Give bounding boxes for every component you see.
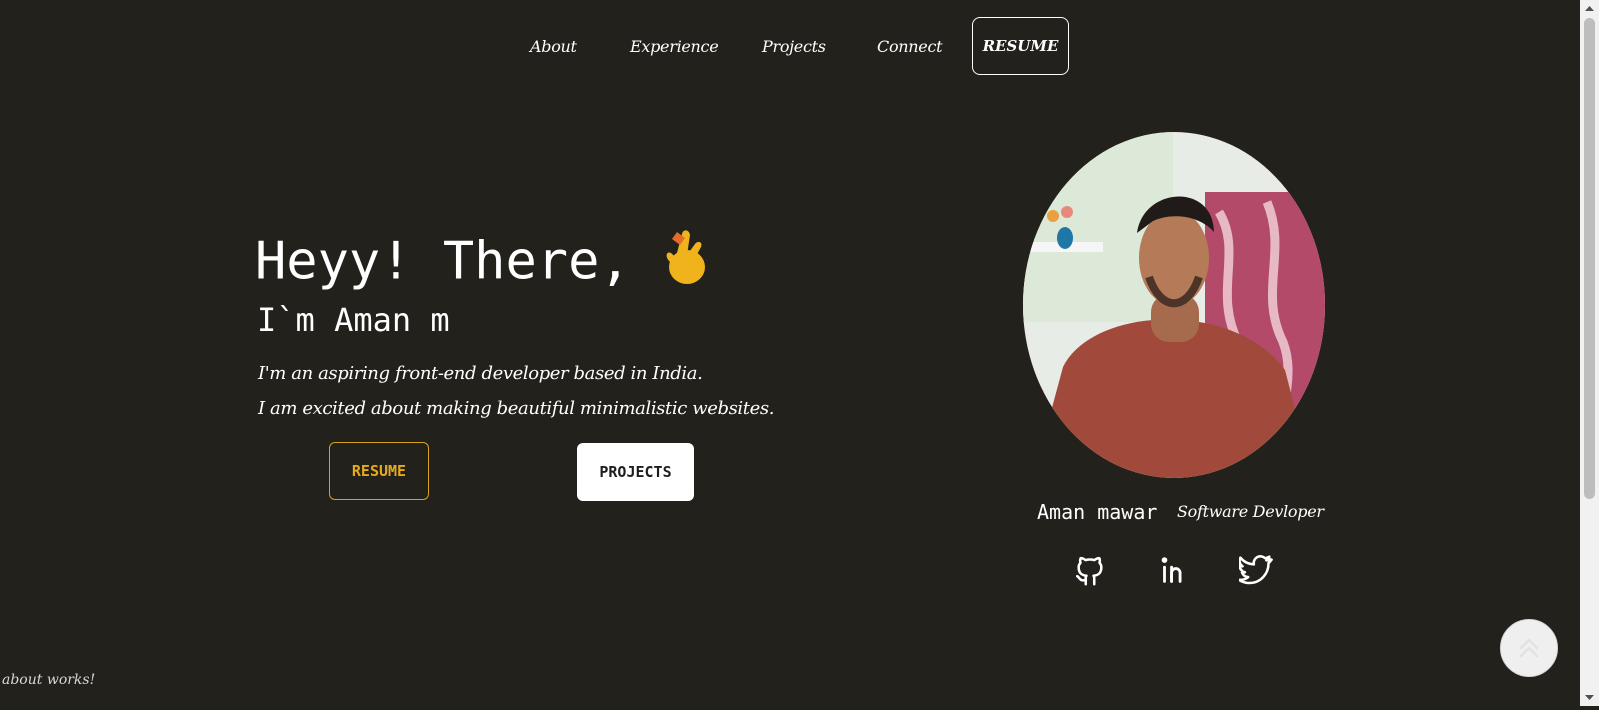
resume-button[interactable]: RESUME xyxy=(329,442,429,500)
hero-description: I'm an aspiring front-end developer base… xyxy=(258,356,774,426)
nav-link-experience[interactable]: Experience xyxy=(630,37,719,56)
profile-name: Aman mawar xyxy=(1037,500,1158,524)
profile-photo xyxy=(1023,132,1325,478)
profile-role: Software Devloper xyxy=(1177,502,1324,521)
hero-title: Heyy! There, xyxy=(255,228,713,301)
nav-link-about[interactable]: About xyxy=(530,37,577,56)
double-chevron-up-icon xyxy=(1514,632,1544,665)
top-nav: About Experience Projects Connect RESUME xyxy=(0,17,1580,77)
hero-description-line-1: I'm an aspiring front-end developer base… xyxy=(258,363,703,384)
nav-link-connect[interactable]: Connect xyxy=(877,37,943,56)
hero-subtitle: I`m Aman m xyxy=(257,301,450,339)
projects-button[interactable]: PROJECTS xyxy=(577,443,694,501)
nav-resume-button[interactable]: RESUME xyxy=(972,17,1069,75)
github-icon[interactable] xyxy=(1073,553,1107,587)
linkedin-icon[interactable] xyxy=(1156,553,1190,587)
snap-hand-emoji-icon xyxy=(659,228,713,301)
hero-description-line-2: I am excited about making beautiful mini… xyxy=(258,398,775,419)
scrollbar-thumb[interactable] xyxy=(1584,18,1595,499)
footer-text: about works! xyxy=(2,672,96,688)
scroll-down-arrow-icon[interactable] xyxy=(1580,689,1599,706)
scroll-up-arrow-icon[interactable] xyxy=(1580,0,1599,17)
vertical-scrollbar[interactable] xyxy=(1580,0,1599,706)
nav-link-projects[interactable]: Projects xyxy=(762,37,826,56)
hero-title-text: Heyy! There, xyxy=(255,231,631,292)
scroll-to-top-button[interactable] xyxy=(1500,619,1558,677)
twitter-icon[interactable] xyxy=(1237,553,1273,587)
